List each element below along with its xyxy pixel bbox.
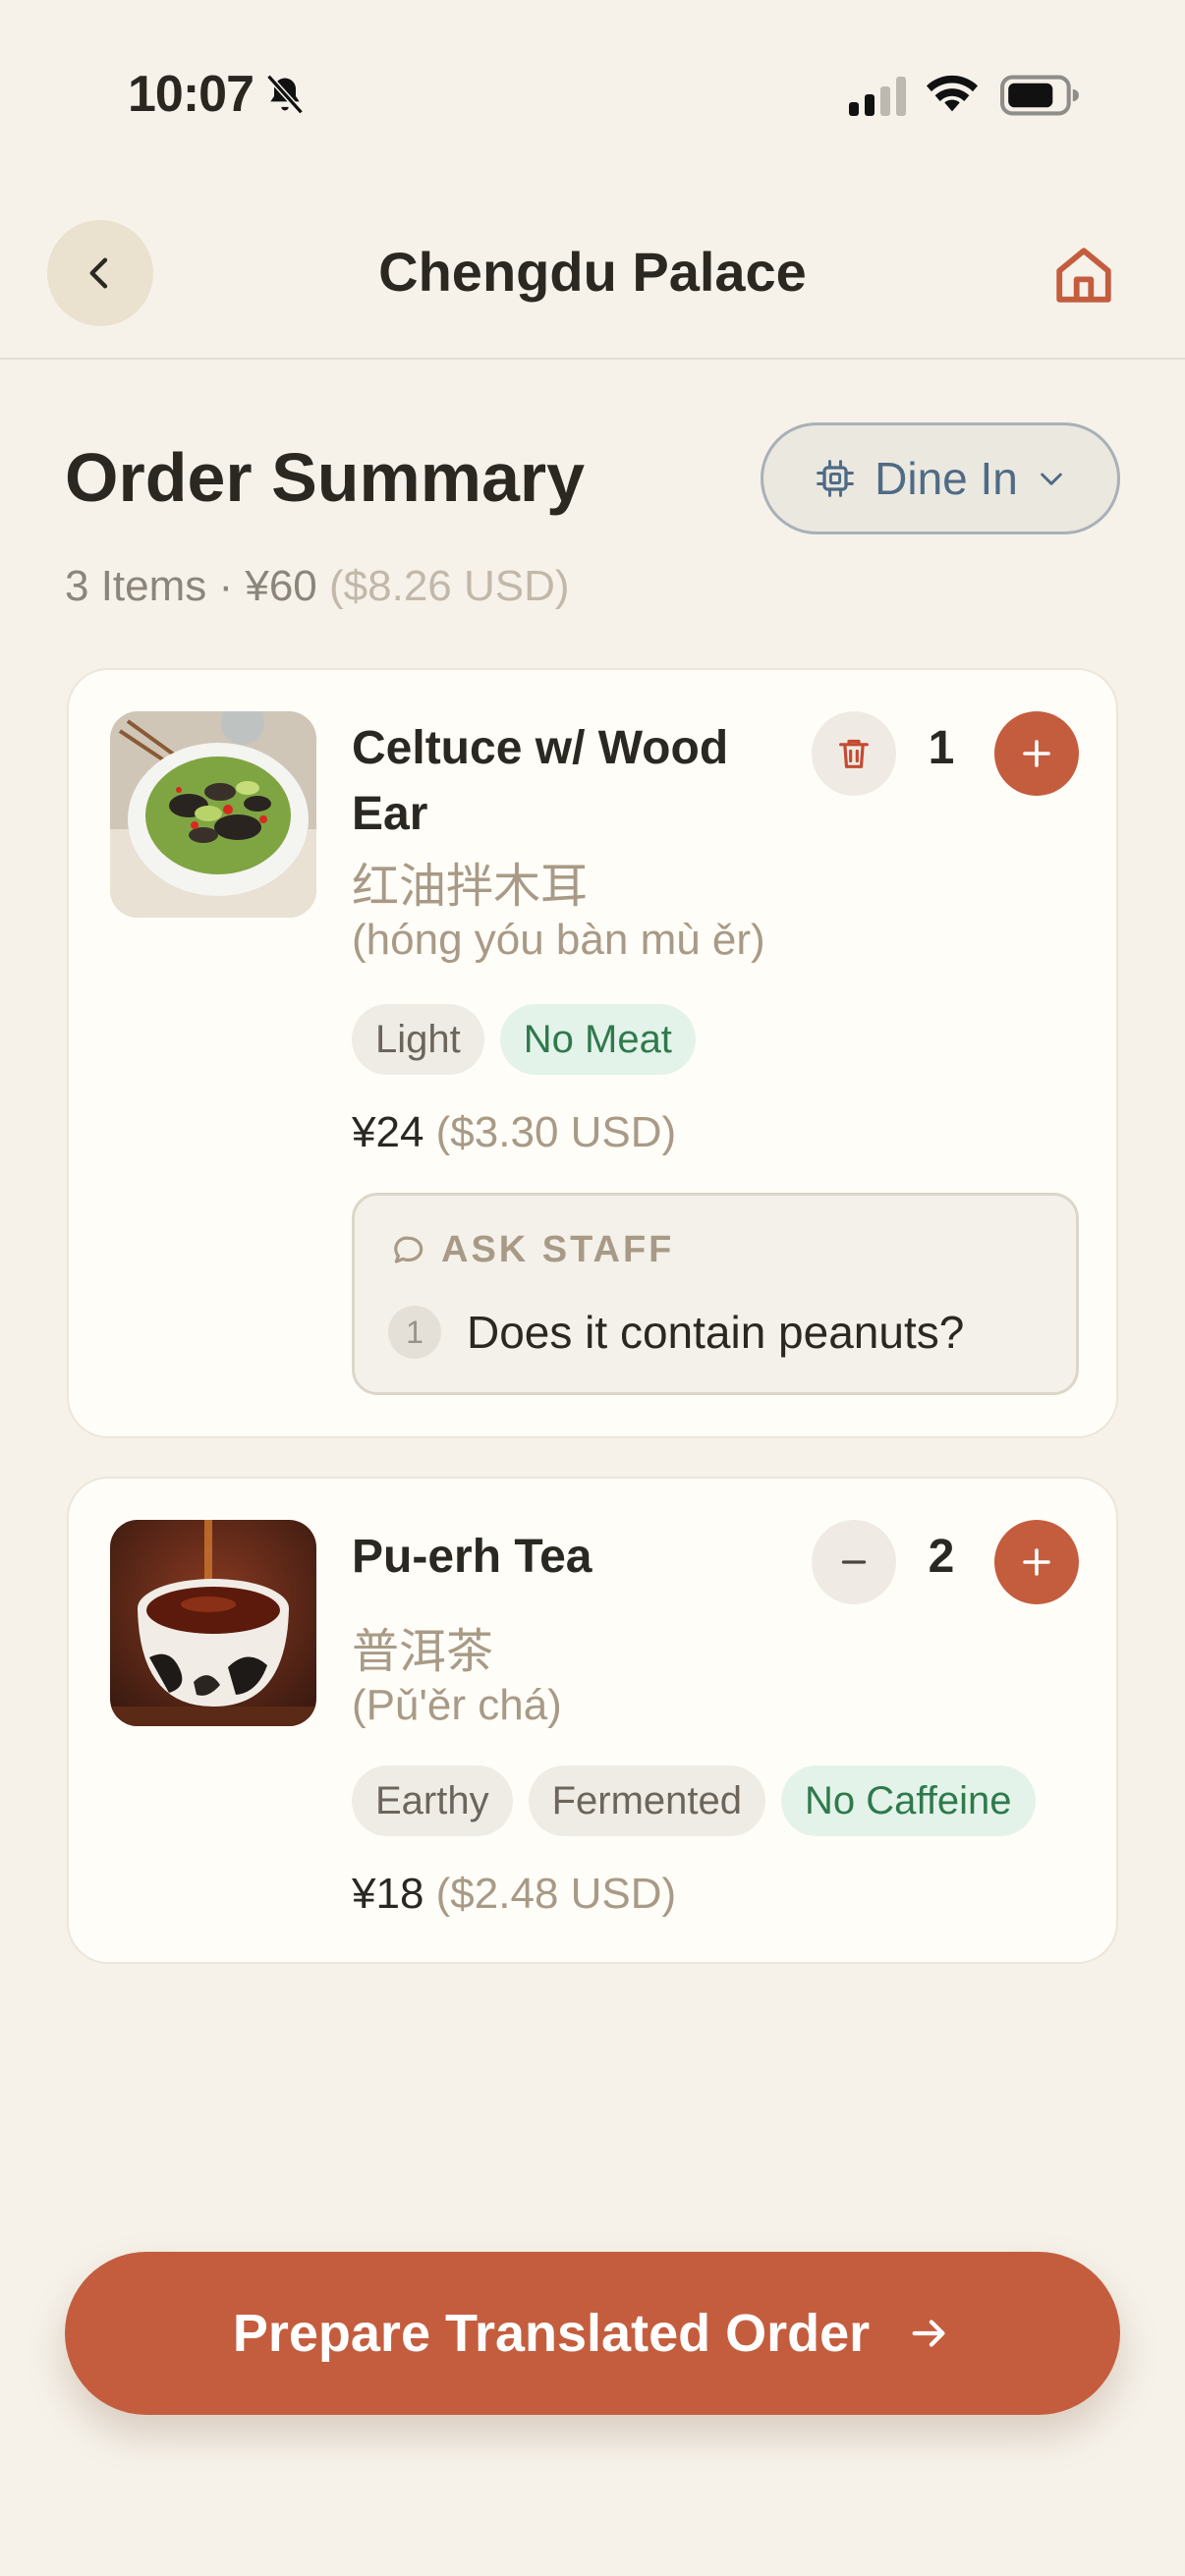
item-quantity: 1 bbox=[928, 722, 955, 774]
prepare-order-button[interactable]: Prepare Translated Order bbox=[65, 2252, 1120, 2415]
wifi-icon bbox=[926, 75, 979, 112]
item-tags: Earthy Fermented No Caffeine bbox=[352, 1765, 1036, 1836]
decrease-quantity-button[interactable] bbox=[812, 1520, 896, 1604]
order-item-card: Pu-erh Tea 普洱茶 (Pǔ'ěr chá) 2 Earthy Ferm… bbox=[67, 1477, 1118, 1964]
question-number: 1 bbox=[388, 1306, 441, 1359]
app-header: Chengdu Palace bbox=[0, 196, 1185, 360]
chip-icon bbox=[817, 460, 855, 497]
increase-quantity-button[interactable] bbox=[994, 1520, 1079, 1604]
tag-chip: Fermented bbox=[528, 1765, 766, 1836]
dish-photo bbox=[110, 711, 316, 918]
prepare-order-label: Prepare Translated Order bbox=[232, 2304, 871, 2363]
arrow-right-icon bbox=[912, 2320, 945, 2347]
tag-chip: No Caffeine bbox=[781, 1765, 1036, 1836]
item-tags: Light No Meat bbox=[352, 1004, 696, 1075]
battery-icon bbox=[1000, 75, 1079, 116]
restaurant-title: Chengdu Palace bbox=[378, 241, 807, 303]
order-summary-heading: Order Summary bbox=[65, 439, 586, 516]
tag-chip: Light bbox=[352, 1004, 484, 1075]
item-name: Pu-erh Tea bbox=[352, 1531, 592, 1583]
plus-icon bbox=[1023, 1548, 1050, 1576]
item-name-chinese: 普洱茶 bbox=[352, 1626, 494, 1678]
delete-item-button[interactable] bbox=[812, 711, 896, 796]
item-pinyin: (hóng yóu bàn mù ěr) bbox=[352, 916, 765, 964]
increase-quantity-button[interactable] bbox=[994, 711, 1079, 796]
price-cny: ¥18 bbox=[352, 1870, 424, 1918]
order-item-card: Celtuce w/ Wood Ear 红油拌木耳 (hóng yóu bàn … bbox=[67, 668, 1118, 1438]
plus-icon bbox=[1023, 740, 1050, 767]
item-price: ¥24 ($3.30 USD) bbox=[352, 1108, 676, 1157]
item-quantity: 2 bbox=[928, 1531, 955, 1583]
tea-photo bbox=[110, 1520, 316, 1726]
ask-staff-box[interactable]: ASK STAFF 1 Does it contain peanuts? bbox=[352, 1193, 1079, 1395]
order-meta: 3 Items · ¥60 ($8.26 USD) bbox=[65, 562, 570, 611]
order-count-total: 3 Items · ¥60 bbox=[65, 562, 317, 610]
item-name-chinese: 红油拌木耳 bbox=[352, 861, 589, 913]
status-time: 10:07 bbox=[128, 66, 254, 123]
trash-icon bbox=[839, 739, 869, 768]
price-usd: ($3.30 USD) bbox=[435, 1108, 677, 1156]
signal-icon bbox=[849, 77, 906, 116]
item-pinyin: (Pǔ'ěr chá) bbox=[352, 1681, 562, 1729]
status-bar: 10:07 bbox=[0, 0, 1185, 187]
ask-staff-header: ASK STAFF bbox=[390, 1229, 674, 1271]
staff-question: 1 Does it contain peanuts? bbox=[388, 1306, 964, 1359]
minus-icon bbox=[841, 1560, 867, 1564]
bell-slash-icon bbox=[266, 74, 304, 115]
item-price: ¥18 ($2.48 USD) bbox=[352, 1870, 676, 1919]
chat-bubble-icon bbox=[394, 1236, 423, 1263]
home-icon[interactable] bbox=[1049, 240, 1118, 310]
ask-staff-label: ASK STAFF bbox=[441, 1229, 675, 1270]
chevron-down-icon bbox=[1041, 473, 1062, 485]
price-cny: ¥24 bbox=[352, 1108, 424, 1156]
tag-chip: No Meat bbox=[499, 1004, 696, 1075]
dine-mode-dropdown[interactable]: Dine In bbox=[761, 422, 1120, 534]
order-total-usd: ($8.26 USD) bbox=[329, 562, 570, 610]
question-text: Does it contain peanuts? bbox=[467, 1307, 965, 1358]
item-name: Celtuce w/ Wood Ear bbox=[352, 722, 729, 840]
tag-chip: Earthy bbox=[352, 1765, 513, 1836]
price-usd: ($2.48 USD) bbox=[435, 1870, 677, 1918]
dine-mode-label: Dine In bbox=[875, 453, 1018, 504]
